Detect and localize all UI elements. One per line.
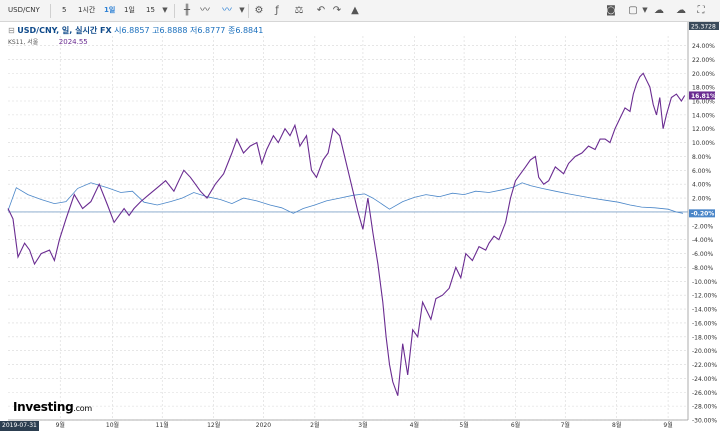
x-tick-label: 9월 xyxy=(56,421,65,429)
cloud-download-icon[interactable]: ☁ xyxy=(674,3,688,18)
gear-icon[interactable]: ⚙ xyxy=(252,3,266,18)
y-tick-label: 10.00% xyxy=(692,140,715,147)
x-tick-label: 2월 xyxy=(310,421,319,429)
series-line xyxy=(7,72,686,396)
compare-scale-icon[interactable]: ⚖ xyxy=(292,3,306,18)
undo-icon[interactable]: ↶ xyxy=(314,3,328,18)
y-tick-label: -10.00% xyxy=(692,279,717,286)
y-tick-label: 4.00% xyxy=(692,182,711,189)
y-tick-label: -22.00% xyxy=(692,362,717,369)
alert-icon[interactable]: ▲ xyxy=(348,3,362,18)
interval-1d-active[interactable]: 1일 xyxy=(104,3,115,18)
y-tick-label: 6.00% xyxy=(692,168,711,175)
y-tick-label: 22.00% xyxy=(692,57,715,64)
y-tick-label: -30.00% xyxy=(692,418,717,425)
y-tick-label: -24.00% xyxy=(692,376,717,383)
x-tick-label: 3월 xyxy=(358,421,367,429)
fullscreen-icon[interactable]: ⛶ xyxy=(694,3,708,18)
grid xyxy=(8,36,688,421)
y-tick-label: -16.00% xyxy=(692,320,717,327)
y-tick-label: -12.00% xyxy=(692,293,717,300)
y-tick-label: -18.00% xyxy=(692,334,717,341)
x-tick-label: 11월 xyxy=(156,421,169,429)
x-tick-label: 2020 xyxy=(256,422,271,429)
y-tick-label: 12.00% xyxy=(692,126,715,133)
y-tick-label: 14.00% xyxy=(692,112,715,119)
x-tick-label: 5월 xyxy=(459,421,468,429)
last-value-label: -0.20% xyxy=(691,211,714,218)
chevron-down-icon[interactable]: ▼ xyxy=(235,3,249,18)
investing-logo: Investing.com xyxy=(13,400,92,414)
cloud-upload-icon[interactable]: ☁ xyxy=(652,3,666,18)
y-tick-label: -2.00% xyxy=(692,223,714,230)
x-tick-label: 8월 xyxy=(612,421,621,429)
line-chart-icon[interactable]: 〰 xyxy=(198,3,212,18)
y-tick-label: -14.00% xyxy=(692,307,717,314)
x-tick-label: 12월 xyxy=(207,421,220,429)
indicators-icon[interactable]: ƒ xyxy=(270,3,284,18)
x-start-label: 2019-07-31 xyxy=(0,421,39,431)
y-tick-label: 8.00% xyxy=(692,154,711,161)
x-axis: 9월 10월 11월 12월 2020 2월 3월 4월 5월 6월 7월 8월 9월 xyxy=(8,419,688,429)
series-group xyxy=(7,72,686,396)
symbol-label[interactable]: USD/CNY xyxy=(8,3,40,18)
candlestick-icon[interactable]: ╫ xyxy=(180,3,194,18)
y-tick-label: -26.00% xyxy=(692,390,717,397)
chart-plot: 24.00%22.00%20.00%18.00%16.00%14.00%12.0… xyxy=(7,22,719,429)
camera-icon[interactable]: ◙ xyxy=(604,3,618,18)
toolbar-divider xyxy=(174,4,175,18)
toolbar-divider xyxy=(50,4,51,18)
y-tick-label: 20.00% xyxy=(692,71,715,78)
y-tick-label: -8.00% xyxy=(692,265,714,272)
y-tick-label: -4.00% xyxy=(692,237,714,244)
y-tick-label: 24.00% xyxy=(692,43,715,50)
y-tick-label: -28.00% xyxy=(692,404,717,411)
y-axis: 24.00%22.00%20.00%18.00%16.00%14.00%12.0… xyxy=(687,22,719,425)
chevron-down-icon[interactable]: ▼ xyxy=(638,3,652,18)
interval-5[interactable]: 5 xyxy=(62,3,66,18)
redo-icon[interactable]: ↷ xyxy=(330,3,344,18)
interval-1d[interactable]: 1일 xyxy=(124,3,135,18)
last-value-label: 16.81% xyxy=(691,93,716,100)
top-value-label: 25.3728 xyxy=(691,23,716,30)
x-tick-label: 6월 xyxy=(511,421,520,429)
x-tick-label: 10월 xyxy=(106,421,119,429)
x-tick-label: 9월 xyxy=(663,421,672,429)
y-tick-label: -20.00% xyxy=(692,348,717,355)
x-tick-label: 7월 xyxy=(561,421,570,429)
y-tick-label: 18.00% xyxy=(692,85,715,92)
area-chart-icon[interactable]: 〰 xyxy=(220,3,234,18)
interval-1h[interactable]: 1시간 xyxy=(78,3,95,18)
chevron-down-icon[interactable]: ▼ xyxy=(158,3,172,18)
y-tick-label: 2.00% xyxy=(692,196,711,203)
y-tick-label: -6.00% xyxy=(692,251,714,258)
interval-15[interactable]: 15 xyxy=(146,3,155,18)
x-tick-label: 4월 xyxy=(410,421,419,429)
toolbar-divider xyxy=(248,4,249,18)
chart-toolbar: USD/CNY 5 1시간 1일 1일 15 ▼ ╫ 〰 〰 ▼ ⚙ ƒ ⚖ ↶… xyxy=(0,0,720,22)
